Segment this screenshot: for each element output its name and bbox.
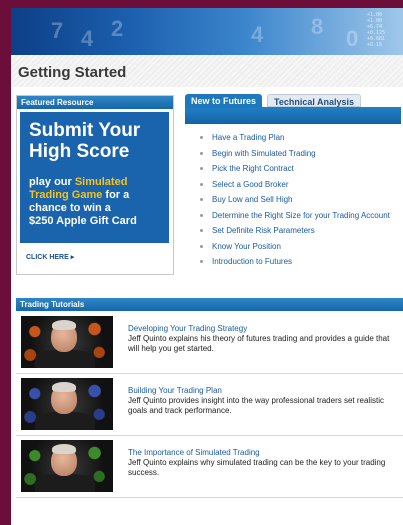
bullet-icon — [200, 260, 203, 263]
list-item[interactable]: Pick the Right Contract — [198, 164, 398, 174]
trading-tutorials-header: Trading Tutorials — [16, 298, 403, 311]
tutorial-title-link[interactable]: The Importance of Simulated Trading — [128, 448, 260, 457]
list-item[interactable]: Select a Good Broker — [198, 180, 398, 190]
tutorial-thumbnail[interactable] — [21, 440, 113, 492]
tutorial-title-link[interactable]: Building Your Trading Plan — [128, 386, 222, 395]
bullet-icon — [200, 229, 203, 232]
bullet-icon — [200, 182, 203, 186]
ad-headline: Submit Your High Score — [29, 120, 141, 162]
list-item[interactable]: Have a Trading Plan — [198, 133, 398, 143]
page-title: Getting Started — [18, 64, 127, 81]
page: 7 4 2 4 8 0 +1.00 +1.00 +6.74 +0.125 +0.… — [11, 8, 403, 525]
ticker-readout: +1.00 +1.00 +6.74 +0.125 +0.681 +0.16 — [366, 12, 385, 48]
header-banner: 7 4 2 4 8 0 +1.00 +1.00 +6.74 +0.125 +0.… — [11, 8, 403, 55]
tutorial-thumbnail[interactable] — [21, 316, 113, 368]
bullet-icon — [200, 167, 203, 170]
tutorial-item: The Importance of Simulated Trading Jeff… — [16, 435, 403, 498]
list-item[interactable]: Introduction to Futures — [198, 257, 398, 267]
arrow-right-icon: ▸ — [70, 254, 75, 261]
bullet-icon — [200, 213, 203, 217]
futures-link-list: Have a Trading Plan Begin with Simulated… — [198, 133, 398, 273]
bullet-icon — [200, 136, 203, 139]
ad-body: play our Simulated Trading Game for a ch… — [29, 176, 137, 227]
list-item[interactable]: Determine the Right Size for your Tradin… — [198, 211, 398, 221]
list-item[interactable]: Set Definite Risk Parameters — [198, 226, 398, 236]
tutorial-item: Building Your Trading Plan Jeff Quinto p… — [16, 373, 403, 436]
tutorial-thumbnail[interactable] — [21, 378, 113, 430]
list-item[interactable]: Know Your Position — [198, 242, 398, 252]
list-item[interactable]: Buy Low and Sell High — [198, 195, 398, 205]
tab-new-to-futures[interactable]: New to Futures — [185, 94, 263, 108]
bullet-icon — [200, 244, 203, 248]
click-here-link[interactable]: CLICK HERE ▸ — [26, 253, 74, 261]
tutorial-title-link[interactable]: Developing Your Trading Strategy — [128, 324, 247, 333]
featured-resource-panel: Featured Resource Submit Your High Score… — [16, 95, 174, 275]
tab-strip: New to Futures Technical Analysis — [185, 94, 401, 124]
bullet-icon — [200, 151, 203, 155]
featured-resource-header: Featured Resource — [17, 96, 173, 109]
tutorial-item: Developing Your Trading Strategy Jeff Qu… — [16, 311, 403, 374]
tutorial-description: Jeff Quinto explains why simulated tradi… — [128, 458, 386, 477]
tab-bar — [185, 107, 401, 124]
tutorial-description: Jeff Quinto provides insight into the wa… — [128, 396, 384, 415]
tutorial-description: Jeff Quinto explains his theory of futur… — [128, 334, 390, 353]
trading-game-ad[interactable]: Submit Your High Score play our Simulate… — [20, 112, 169, 243]
bullet-icon — [200, 198, 203, 201]
title-bar: Getting Started — [11, 55, 403, 87]
list-item[interactable]: Begin with Simulated Trading — [198, 149, 398, 159]
tab-technical-analysis[interactable]: Technical Analysis — [267, 94, 362, 107]
